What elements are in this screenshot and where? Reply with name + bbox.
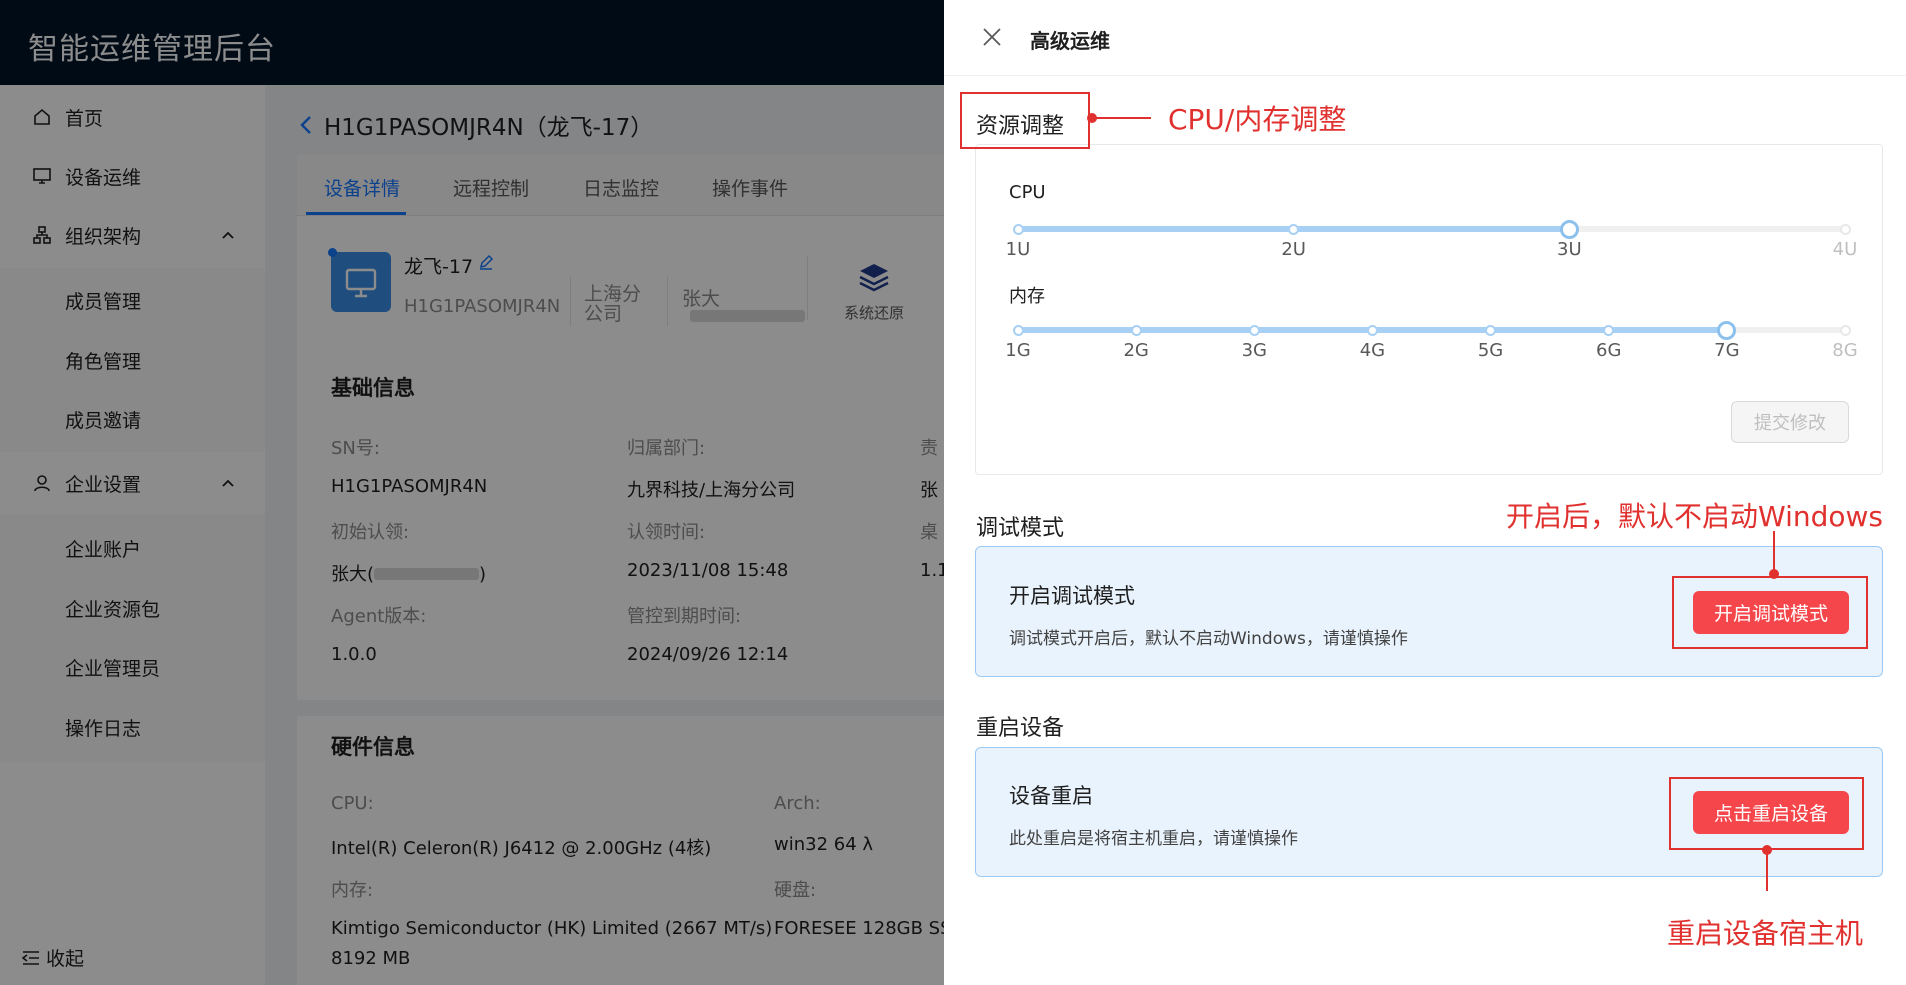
debug-card-desc: 调试模式开启后，默认不启动Windows，请谨慎操作 [1009, 629, 1408, 649]
annotation-frame-debug [1672, 576, 1868, 649]
memory-mark-dot[interactable] [1130, 324, 1142, 336]
memory-mark-label[interactable]: 6G [1596, 340, 1621, 361]
cpu-mark-dot[interactable] [1012, 223, 1024, 235]
memory-mark-label[interactable]: 3G [1242, 340, 1267, 361]
close-icon[interactable] [982, 27, 1002, 47]
drawer-title: 高级运维 [1030, 29, 1110, 53]
annotation-debug-note: 开启后，默认不启动Windows [1506, 500, 1883, 533]
memory-mark-label[interactable]: 1G [1005, 340, 1030, 361]
memory-mark-handle[interactable] [1717, 320, 1737, 340]
cpu-mark-label[interactable]: 1U [1006, 239, 1031, 260]
annotation-cpu-memory: CPU/内存调整 [1168, 103, 1347, 136]
restart-card-title: 设备重启 [1009, 784, 1093, 808]
annotation-frame-restart [1669, 777, 1864, 850]
memory-mark-label[interactable]: 5G [1478, 340, 1503, 361]
submit-changes-button[interactable]: 提交修改 [1731, 401, 1849, 443]
memory-slider-label: 内存 [1009, 286, 1045, 307]
memory-mark-label[interactable]: 7G [1714, 340, 1739, 361]
cpu-mark-label[interactable]: 4U [1833, 239, 1858, 260]
modal-mask[interactable] [0, 0, 944, 985]
memory-mark-dot[interactable] [1012, 324, 1024, 336]
debug-card-title: 开启调试模式 [1009, 584, 1135, 608]
annotation-frame-resource [960, 92, 1090, 149]
memory-mark-dot[interactable] [1248, 324, 1260, 336]
annotation-line [1095, 117, 1151, 119]
cpu-mark-handle[interactable] [1559, 219, 1579, 239]
cpu-mark-label[interactable]: 2U [1281, 239, 1306, 260]
memory-mark-label[interactable]: 8G [1832, 340, 1857, 361]
restart-section-title: 重启设备 [976, 716, 1065, 741]
memory-mark-label[interactable]: 2G [1123, 340, 1148, 361]
cpu-mark-dot[interactable] [1839, 223, 1851, 235]
annotation-restart-note: 重启设备宿主机 [1667, 917, 1864, 950]
memory-mark-dot[interactable] [1485, 324, 1497, 336]
cpu-slider-label: CPU [1009, 182, 1046, 203]
debug-section-title: 调试模式 [976, 516, 1065, 541]
cpu-mark-label[interactable]: 3U [1557, 239, 1582, 260]
memory-mark-label[interactable]: 4G [1360, 340, 1385, 361]
restart-card-desc: 此处重启是将宿主机重启，请谨慎操作 [1009, 829, 1298, 849]
annotation-line [1773, 531, 1775, 573]
memory-mark-dot[interactable] [1366, 324, 1378, 336]
memory-mark-dot[interactable] [1839, 324, 1851, 336]
annotation-line [1766, 853, 1768, 891]
cpu-mark-dot[interactable] [1288, 223, 1300, 235]
memory-mark-dot[interactable] [1603, 324, 1615, 336]
